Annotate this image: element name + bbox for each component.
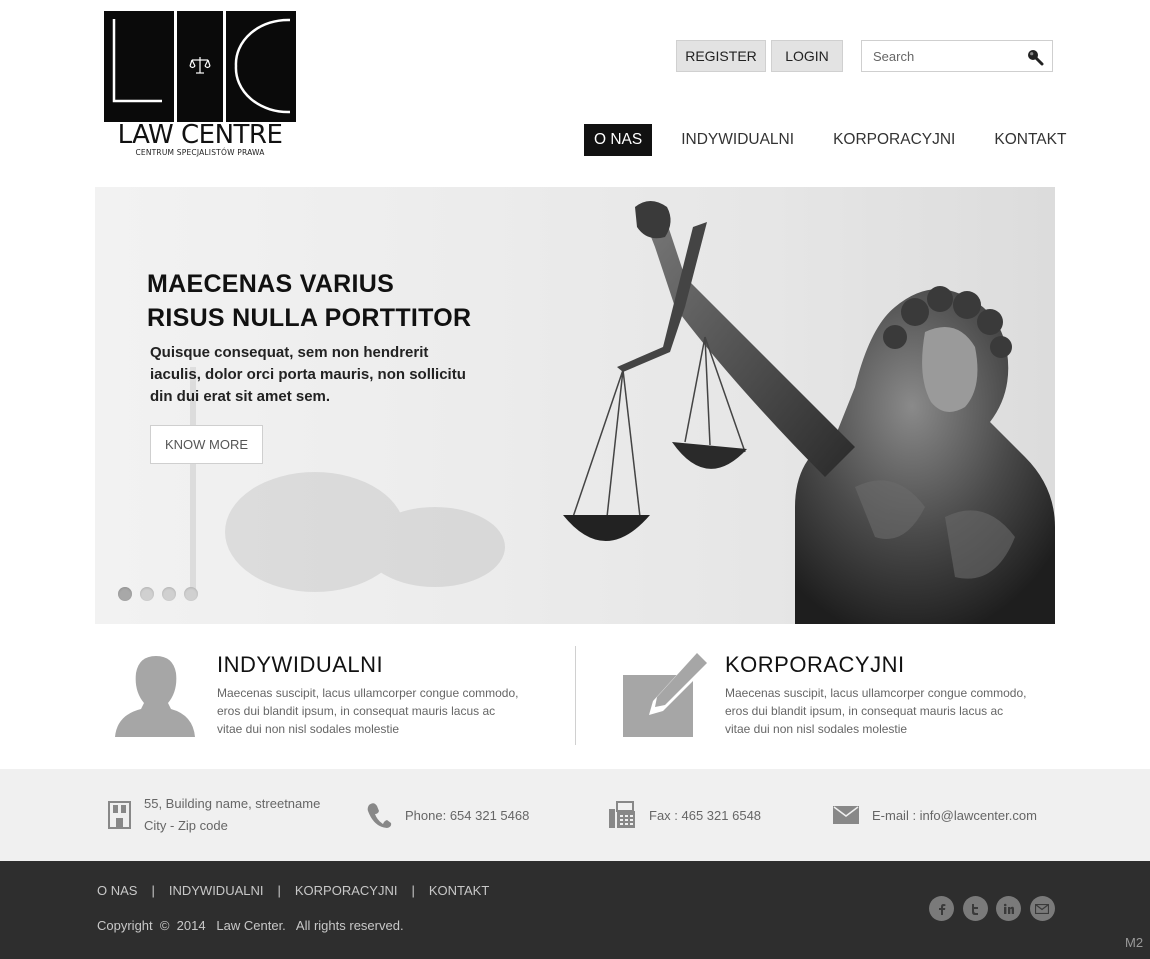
service-title: KORPORACYJNI xyxy=(725,652,905,677)
contact-phone: Phone: 654 321 5468 xyxy=(366,769,529,861)
m2-badge: M2 xyxy=(1125,935,1144,950)
logo-subtitle: CENTRUM SPECJALISTÓW PRAWA xyxy=(135,148,265,157)
slider-dot-1[interactable] xyxy=(118,587,132,601)
mail-icon[interactable] xyxy=(1029,896,1055,921)
search-box xyxy=(861,40,1053,72)
phone-icon xyxy=(367,803,392,828)
edit-icon xyxy=(623,653,707,737)
footer-separator: | xyxy=(277,883,281,898)
search-icon[interactable] xyxy=(1026,48,1044,66)
hero-title: MAECENAS VARIUS RISUS NULLA PORTTITOR xyxy=(147,267,567,335)
footer-separator: | xyxy=(411,883,415,898)
hero-text-line: din dui erat sit amet sem. xyxy=(150,388,331,405)
footer-link-o-nas[interactable]: O NAS xyxy=(97,883,137,898)
search-input[interactable] xyxy=(862,41,1012,71)
copyright: Copyright © 2014 Law Center. All rights … xyxy=(97,918,404,933)
service-desc-line: Maecenas suscipit, lacus ullamcorper con… xyxy=(217,686,519,700)
main-nav: O NAS INDYWIDUALNI KORPORACYJNI KONTAKT xyxy=(584,124,1076,156)
fax-text: Fax : 465 321 6548 xyxy=(649,807,762,823)
slider-dot-3[interactable] xyxy=(162,587,176,601)
hero-text: Quisque consequat, sem non hendrerit iac… xyxy=(150,342,480,408)
footer: O NAS | INDYWIDUALNI | KORPORACYJNI | KO… xyxy=(0,861,1150,959)
slider-dot-4[interactable] xyxy=(184,587,198,601)
service-indywidualni[interactable]: INDYWIDUALNI Maecenas suscipit, lacus ul… xyxy=(113,646,553,746)
logo-text: LAW CENTRE xyxy=(117,120,283,150)
phone-text: Phone: 654 321 5468 xyxy=(405,807,530,823)
register-button[interactable]: REGISTER xyxy=(676,40,766,72)
contact-address: 55, Building name, streetname City - Zip… xyxy=(108,769,320,861)
footer-link-korporacyjni[interactable]: KORPORACYJNI xyxy=(295,883,398,898)
facebook-icon[interactable] xyxy=(929,896,954,921)
contact-email[interactable]: E-mail : info@lawcenter.com xyxy=(833,769,1037,861)
hero-slider: MAECENAS VARIUS RISUS NULLA PORTTITOR Qu… xyxy=(95,187,1055,624)
social-links xyxy=(929,896,1063,921)
footer-link-indywidualni[interactable]: INDYWIDUALNI xyxy=(169,883,264,898)
footer-link-kontakt[interactable]: KONTAKT xyxy=(429,883,489,898)
service-desc-line: eros dui blandit ipsum, in consequat mau… xyxy=(725,704,1004,718)
email-text[interactable]: E-mail : info@lawcenter.com xyxy=(872,808,1037,823)
hero-text-line: iaculis, dolor orci porta mauris, non so… xyxy=(150,366,466,383)
know-more-button[interactable]: KNOW MORE xyxy=(150,425,263,464)
footer-separator: | xyxy=(151,883,155,898)
building-icon xyxy=(108,801,131,829)
service-desc-line: eros dui blandit ipsum, in consequat mau… xyxy=(217,704,496,718)
footer-nav: O NAS | INDYWIDUALNI | KORPORACYJNI | KO… xyxy=(97,883,489,898)
nav-item-korporacyjni[interactable]: KORPORACYJNI xyxy=(823,124,965,156)
slider-dot-2[interactable] xyxy=(140,587,154,601)
twitter-icon[interactable] xyxy=(962,896,988,921)
contact-bar: 55, Building name, streetname City - Zip… xyxy=(0,769,1150,861)
hero-title-line: MAECENAS VARIUS xyxy=(147,270,395,298)
address-line: 55, Building name, streetname xyxy=(144,796,321,811)
address-text: 55, Building name, streetname City - Zip… xyxy=(144,793,320,837)
service-description: Maecenas suscipit, lacus ullamcorper con… xyxy=(725,684,1045,738)
hero-title-line: RISUS NULLA PORTTITOR xyxy=(147,304,472,332)
fax-icon xyxy=(609,801,635,828)
contact-fax: Fax : 465 321 6548 xyxy=(608,769,761,861)
service-korporacyjni[interactable]: KORPORACYJNI Maecenas suscipit, lacus ul… xyxy=(621,646,1051,746)
service-title: INDYWIDUALNI xyxy=(217,652,384,677)
envelope-icon xyxy=(833,806,859,824)
login-button[interactable]: LOGIN xyxy=(771,40,843,72)
service-desc-line: vitae dui non nisl sodales molestie xyxy=(217,722,400,736)
address-line: City - Zip code xyxy=(144,818,228,833)
linkedin-icon[interactable] xyxy=(996,896,1021,921)
service-desc-line: vitae dui non nisl sodales molestie xyxy=(725,722,908,736)
nav-item-o-nas[interactable]: O NAS xyxy=(584,124,653,156)
logo[interactable]: LAW CENTRE CENTRUM SPECJALISTÓW PRAWA xyxy=(104,11,296,157)
service-description: Maecenas suscipit, lacus ullamcorper con… xyxy=(217,684,537,738)
nav-item-indywidualni[interactable]: INDYWIDUALNI xyxy=(671,124,804,156)
services-divider xyxy=(575,646,576,745)
service-desc-line: Maecenas suscipit, lacus ullamcorper con… xyxy=(725,686,1027,700)
nav-item-kontakt[interactable]: KONTAKT xyxy=(984,124,1076,156)
hero-text-line: Quisque consequat, sem non hendrerit xyxy=(150,344,429,361)
slider-dots xyxy=(118,587,206,601)
logo-mark xyxy=(104,11,296,122)
person-icon xyxy=(115,656,195,737)
